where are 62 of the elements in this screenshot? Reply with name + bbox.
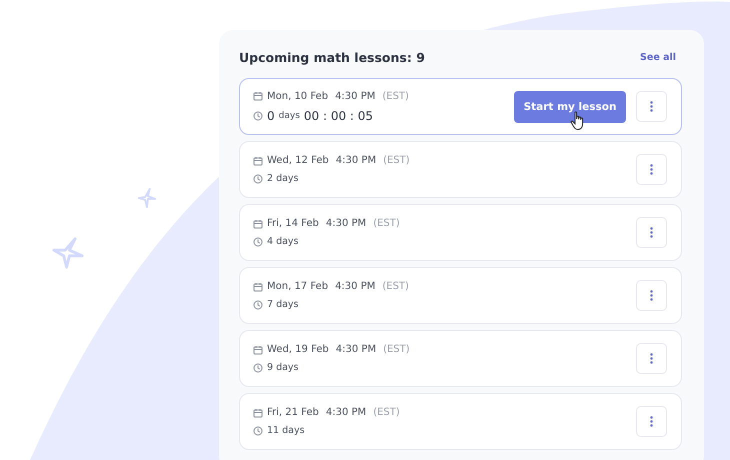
more-icon	[650, 227, 653, 238]
lesson-date: Mon, 10 Feb	[267, 90, 328, 102]
calendar-icon	[253, 408, 263, 418]
clock-icon	[253, 300, 263, 310]
more-icon	[650, 164, 653, 175]
more-options-button[interactable]	[636, 91, 667, 122]
lesson-time: 4:30 PM	[326, 407, 366, 418]
hand-cursor-icon	[570, 110, 586, 130]
panel-title: Upcoming math lessons: 9	[239, 50, 425, 65]
timezone-label: (EST)	[383, 344, 410, 355]
lesson-time: 4:30 PM	[326, 218, 366, 229]
clock-icon	[253, 426, 263, 436]
days-remaining: 9 days	[267, 362, 298, 373]
clock-icon	[253, 236, 263, 246]
lesson-time: 4:30 PM	[336, 344, 376, 355]
calendar-icon	[253, 282, 263, 292]
lesson-card[interactable]: Mon, 17 Feb 4:30 PM (EST) 7 days	[239, 267, 682, 324]
lesson-card[interactable]: Fri, 21 Feb 4:30 PM (EST) 11 days	[239, 393, 682, 450]
calendar-icon	[253, 344, 263, 354]
more-options-button[interactable]	[636, 406, 667, 437]
lesson-date: Wed, 19 Feb	[267, 344, 329, 355]
lesson-card[interactable]: Wed, 12 Feb 4:30 PM (EST) 2 days	[239, 141, 682, 198]
lesson-date: Fri, 21 Feb	[267, 407, 319, 418]
more-options-button[interactable]	[636, 280, 667, 311]
days-count: 0	[267, 108, 275, 122]
calendar-icon	[253, 218, 263, 228]
see-all-link[interactable]: See all	[640, 52, 682, 63]
more-icon	[650, 101, 653, 112]
calendar-icon	[253, 156, 263, 166]
more-options-button[interactable]	[636, 154, 667, 185]
lesson-date: Wed, 12 Feb	[267, 155, 329, 166]
lesson-time: 4:30 PM	[336, 155, 376, 166]
sparkle-icon	[136, 186, 158, 210]
timezone-label: (EST)	[373, 407, 400, 418]
lesson-date: Fri, 14 Feb	[267, 218, 319, 229]
countdown-timer: 00 : 00 : 05	[304, 108, 374, 122]
clock-icon	[253, 362, 263, 372]
days-remaining: 4 days	[267, 236, 298, 247]
more-options-button[interactable]	[636, 217, 667, 248]
start-lesson-button[interactable]: Start my lesson	[514, 90, 626, 122]
lesson-card[interactable]: Wed, 19 Feb 4:30 PM (EST) 9 days	[239, 330, 682, 387]
timezone-label: (EST)	[382, 281, 409, 292]
timezone-label: (EST)	[383, 155, 410, 166]
lesson-date: Mon, 17 Feb	[267, 281, 328, 292]
more-icon	[650, 290, 653, 301]
sparkle-icon	[51, 236, 85, 270]
days-remaining: 7 days	[267, 299, 298, 310]
more-icon	[650, 416, 653, 427]
lesson-card[interactable]: Mon, 10 Feb 4:30 PM (EST) 0 days 00 : 00 : 05 Start my lesson	[239, 78, 682, 135]
more-options-button[interactable]	[636, 343, 667, 374]
lesson-time: 4:30 PM	[335, 281, 376, 292]
clock-icon	[253, 110, 263, 120]
lesson-card[interactable]: Fri, 14 Feb 4:30 PM (EST) 4 days	[239, 204, 682, 261]
days-remaining: 2 days	[267, 173, 298, 184]
clock-icon	[253, 174, 263, 184]
timezone-label: (EST)	[382, 90, 409, 102]
days-unit: days	[278, 110, 300, 120]
days-remaining: 11 days	[267, 425, 305, 436]
calendar-icon	[253, 91, 263, 101]
timezone-label: (EST)	[373, 218, 400, 229]
more-icon	[650, 353, 653, 364]
lesson-time: 4:30 PM	[335, 90, 376, 102]
